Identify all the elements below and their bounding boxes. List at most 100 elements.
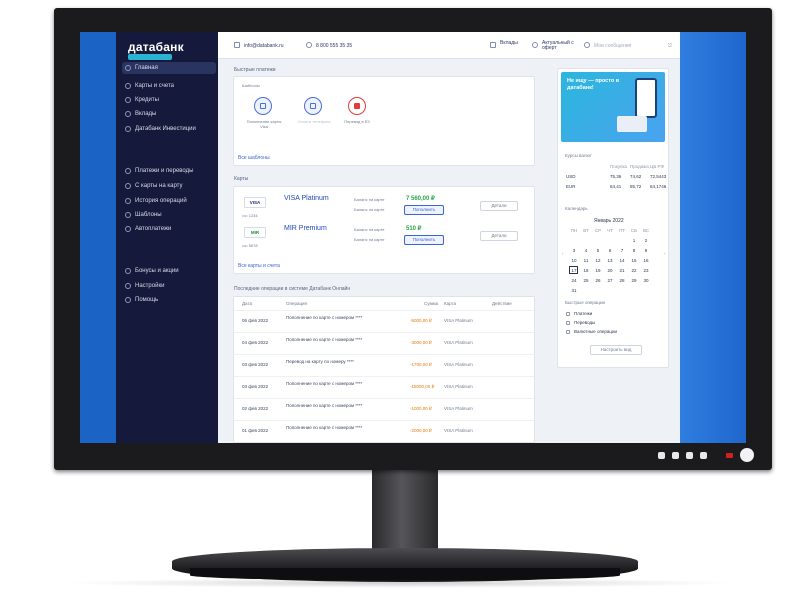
calendar-day[interactable]: 23: [642, 268, 650, 273]
calendar-day[interactable]: 11: [582, 258, 590, 263]
operation-description: Пополнение по карте с номером ****: [286, 403, 363, 408]
calendar-day[interactable]: 21: [618, 268, 626, 273]
sidebar-item[interactable]: Настройки: [122, 280, 216, 292]
sidebar-item[interactable]: Помощь: [122, 294, 216, 306]
sidebar-item[interactable]: Бонусы и акции: [122, 265, 216, 277]
topbar-notifications[interactable]: Актуальный с оферт: [542, 41, 582, 51]
system-menu-icon[interactable]: [740, 448, 754, 462]
sidebar-item[interactable]: Главная: [122, 62, 216, 74]
calendar-day[interactable]: 12: [594, 258, 602, 263]
tray-icon-3[interactable]: [686, 452, 693, 459]
calendar-day[interactable]: 19: [594, 268, 602, 273]
card-name[interactable]: MIR Premium: [284, 225, 327, 232]
operation-amount: -3000,00 ₽: [410, 340, 432, 345]
sidebar-item[interactable]: Шаблоны: [122, 209, 216, 221]
sidebar-item[interactable]: Кредиты: [122, 94, 216, 106]
operations-header-cell: Операция: [286, 301, 307, 306]
calendar-day[interactable]: 7: [618, 248, 626, 253]
card-name[interactable]: VISA Platinum: [284, 195, 329, 202]
recording-indicator-icon: [726, 453, 733, 458]
calendar-day[interactable]: 30: [642, 278, 650, 283]
table-row[interactable]: 03 фев 2022 Перевод на карту по номеру **…: [234, 354, 534, 373]
tray-icon-2[interactable]: [672, 452, 679, 459]
operation-date: 01 фев 2022: [242, 428, 269, 433]
promo-banner[interactable]: Не ищу — просто в датабанк!: [561, 72, 665, 142]
calendar-day[interactable]: 2: [642, 238, 650, 243]
all-cards-link[interactable]: Все карты и счета: [238, 263, 280, 269]
cards-illustration: [617, 116, 647, 132]
quick-pay-phone-label: Оплата телефона: [297, 119, 331, 124]
calendar-next-icon[interactable]: ›: [664, 251, 666, 256]
calendar-day[interactable]: 18: [582, 268, 590, 273]
cards-card: VISA •••• 1234 VISA Platinum Баланс на карт…: [233, 186, 535, 274]
table-row[interactable]: 03 фев 2022 Пополнение по карте с номером…: [234, 376, 534, 395]
quick-pay-transfer[interactable]: [348, 97, 366, 115]
calendar-day[interactable]: 28: [618, 278, 626, 283]
calendar-day[interactable]: 17: [570, 268, 578, 273]
card-balance: 7 560,00 ₽: [406, 196, 435, 202]
sidebar-item[interactable]: Платежи и переводы: [122, 165, 216, 177]
calendar-prev-icon[interactable]: ‹: [562, 251, 564, 256]
table-row[interactable]: 04 фев 2022 Пополнение по карте с номером…: [234, 332, 534, 351]
rate-currency: USD: [566, 174, 576, 179]
user-icon[interactable]: [584, 42, 590, 48]
operation-date: 03 фев 2022: [242, 384, 269, 389]
calendar-day[interactable]: 1: [630, 238, 638, 243]
tray-icon-1[interactable]: [658, 452, 665, 459]
calendar-day[interactable]: 10: [570, 258, 578, 263]
operation-card: VISA Platinum: [444, 384, 473, 389]
sidebar-item-icon: [125, 111, 131, 117]
quick-pay-phone[interactable]: [304, 97, 322, 115]
cards-title: Карты: [234, 176, 249, 182]
sidebar-item[interactable]: История операций: [122, 195, 216, 207]
calendar-day[interactable]: 3: [570, 248, 578, 253]
sidebar-item[interactable]: Автоплатежи: [122, 223, 216, 235]
calendar-day[interactable]: 16: [642, 258, 650, 263]
filter-checkbox[interactable]: [566, 321, 570, 325]
card-details-button[interactable]: Детали: [480, 201, 518, 211]
customize-view-button[interactable]: Настроить вид: [590, 345, 642, 355]
calendar-day[interactable]: 13: [606, 258, 614, 263]
filter-checkbox[interactable]: [566, 330, 570, 334]
mail-icon: [234, 42, 240, 48]
table-row[interactable]: 02 фев 2022 Пополнение по карте с номером…: [234, 398, 534, 417]
calendar-day[interactable]: 9: [642, 248, 650, 253]
calendar-day[interactable]: 22: [630, 268, 638, 273]
table-row[interactable]: 01 фев 2022 Пополнение по карте с номером…: [234, 420, 534, 439]
topbar-phone[interactable]: 8 800 555 35 35: [316, 43, 352, 49]
topbar-email[interactable]: info@databank.ru: [244, 43, 284, 49]
calendar-day[interactable]: 5: [594, 248, 602, 253]
calendar-day[interactable]: 6: [606, 248, 614, 253]
topbar-user[interactable]: Мои сообщения: [594, 43, 631, 49]
calendar-day[interactable]: 31: [570, 288, 578, 293]
sidebar-item[interactable]: Датабанк Инвестиции: [122, 123, 216, 135]
operation-date: 06 фев 2022: [242, 318, 269, 323]
brand-logo[interactable]: датабанк: [128, 40, 184, 54]
card-details-button[interactable]: Детали: [480, 231, 518, 241]
calendar-day[interactable]: 25: [582, 278, 590, 283]
calendar-day[interactable]: 14: [618, 258, 626, 263]
logout-icon[interactable]: ⎋: [668, 43, 672, 49]
tray-icon-4[interactable]: [700, 452, 707, 459]
calendar-day[interactable]: 29: [630, 278, 638, 283]
calendar-day[interactable]: 8: [630, 248, 638, 253]
all-templates-link[interactable]: Все шаблоны: [238, 155, 270, 161]
calendar-day[interactable]: 24: [570, 278, 578, 283]
calendar-day[interactable]: 26: [594, 278, 602, 283]
quick-pay-visa[interactable]: [254, 97, 272, 115]
calendar-day[interactable]: 4: [582, 248, 590, 253]
sidebar-item[interactable]: Вклады: [122, 108, 216, 120]
filters-title: Быстрые операции: [565, 300, 606, 305]
quick-pay-visa-label: Пополнение карты Visa: [246, 119, 282, 129]
topup-button[interactable]: Пополнить: [404, 235, 444, 245]
filter-checkbox[interactable]: [566, 312, 570, 316]
bell-icon[interactable]: [532, 42, 538, 48]
topup-button[interactable]: Пополнить: [404, 205, 444, 215]
sidebar-item[interactable]: С карты на карту: [122, 180, 216, 192]
calendar-day[interactable]: 27: [606, 278, 614, 283]
calendar-day[interactable]: 20: [606, 268, 614, 273]
topbar-messages[interactable]: Вклады: [500, 41, 522, 46]
calendar-day[interactable]: 15: [630, 258, 638, 263]
sidebar-item[interactable]: Карты и счета: [122, 80, 216, 92]
table-row[interactable]: 06 фев 2022 Пополнение по карте с номером…: [234, 310, 534, 329]
